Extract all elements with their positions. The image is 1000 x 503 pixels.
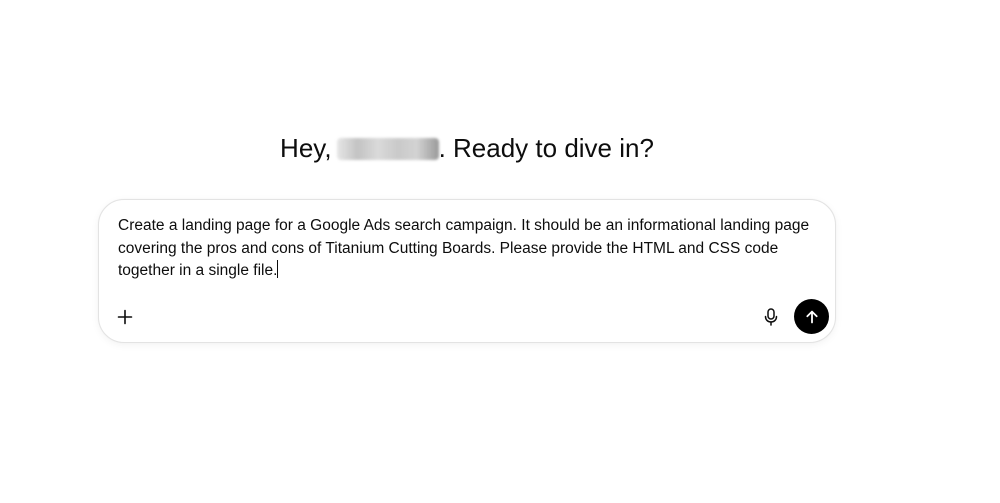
arrow-up-icon: [804, 309, 820, 325]
prompt-input[interactable]: Create a landing page for a Google Ads s…: [118, 215, 824, 283]
greeting-prefix: Hey,: [280, 133, 332, 163]
plus-icon: [117, 309, 133, 325]
prompt-composer[interactable]: Create a landing page for a Google Ads s…: [98, 199, 836, 343]
voice-input-button[interactable]: [757, 303, 785, 331]
microphone-icon: [763, 308, 779, 326]
send-button[interactable]: [794, 299, 829, 334]
prompt-input-text: Create a landing page for a Google Ads s…: [118, 217, 810, 279]
greeting-suffix: . Ready to dive in?: [438, 133, 654, 163]
chat-home-page: Hey, . Ready to dive in? Create a landing…: [0, 0, 1000, 503]
redacted-username: [336, 138, 439, 160]
greeting-heading: Hey, . Ready to dive in?: [0, 130, 934, 166]
attach-button[interactable]: [111, 303, 139, 331]
text-caret: [277, 260, 279, 278]
